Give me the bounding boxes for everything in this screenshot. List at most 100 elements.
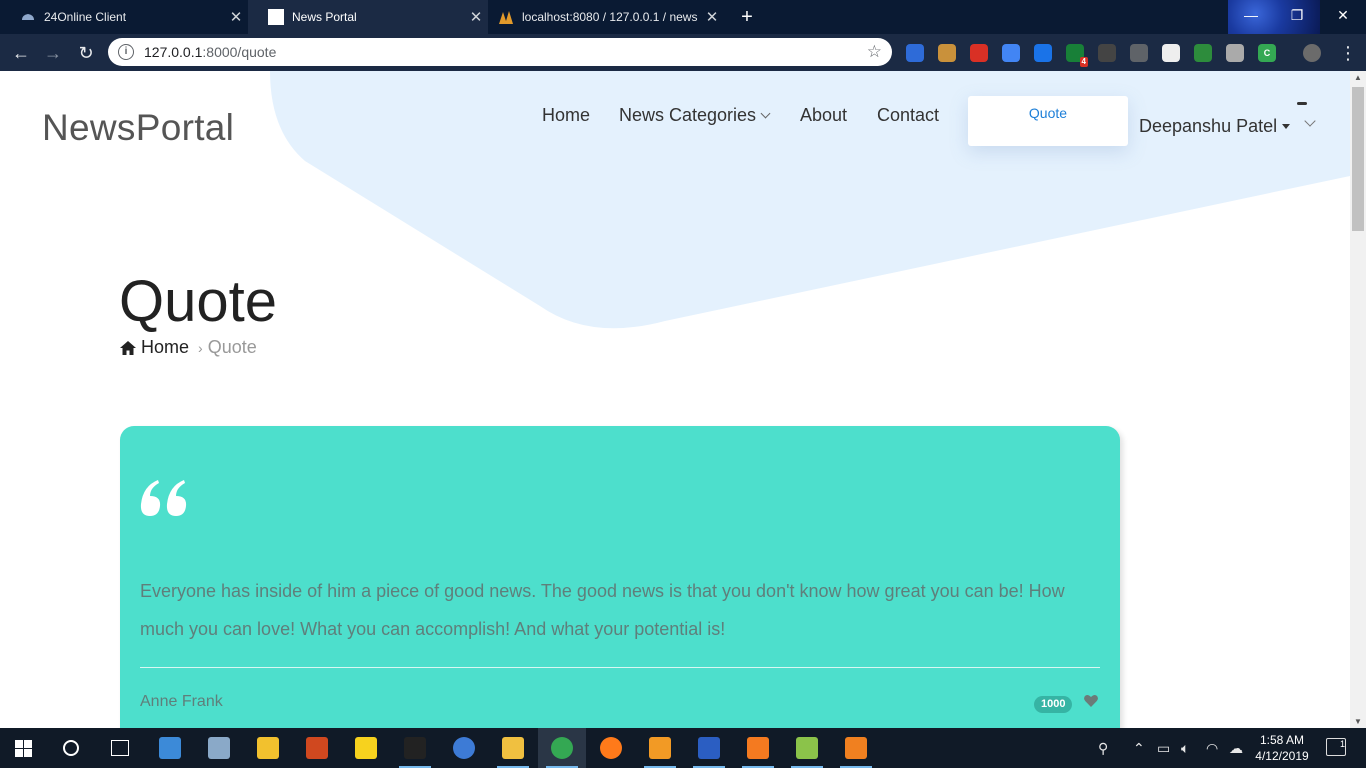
taskbar-app-firefox[interactable] [587,728,635,768]
pen-icon[interactable] [1130,44,1148,62]
terminal-icon [404,737,426,759]
menu-icon[interactable]: ⋮ [1335,40,1361,66]
volume-icon[interactable]: 🔈︎ [1181,740,1189,757]
minimize-button[interactable]: — [1228,0,1274,30]
close-icon[interactable]: ✕ [700,8,724,26]
tab-title: News Portal [292,10,357,24]
tab-news-portal[interactable]: News Portal ✕ [248,0,488,34]
new-tab-button[interactable]: + [735,5,759,29]
nav-contact[interactable]: Contact [877,105,939,126]
circle-icon[interactable] [1162,44,1180,62]
ip-icon[interactable] [1034,44,1052,62]
close-icon[interactable]: ✕ [464,8,488,26]
sublime-icon [649,737,671,759]
wifi-icon[interactable]: ◠ [1206,740,1218,757]
taskbar-app-store[interactable] [244,728,292,768]
nav-about[interactable]: About [800,105,847,126]
taskbar-app-file-explorer[interactable] [489,728,537,768]
nav-home[interactable]: Home [542,105,590,126]
search-icon[interactable] [63,740,79,756]
taskbar-app-chrome[interactable] [538,728,586,768]
video-icon[interactable] [1098,44,1116,62]
site-brand[interactable]: NewsPortal [42,107,234,149]
breadcrumb-current: Quote [207,337,257,357]
firefox-icon [600,737,622,759]
clock-time: 1:58 AM [1259,733,1305,747]
forward-icon[interactable]: → [40,40,66,66]
scroll-up-arrow-icon[interactable]: ▲ [1354,73,1362,82]
earth-icon[interactable] [1194,44,1212,62]
tab-phpmyadmin[interactable]: localhost:8080 / 127.0.0.1 / news ✕ [488,0,724,34]
nav-quote-button[interactable]: Quote [968,96,1128,146]
tab-24online[interactable]: 24Online Client ✕ [0,0,248,34]
taskbar-app-vlc[interactable] [832,728,880,768]
scroll-down-arrow-icon[interactable]: ▼ [1354,717,1362,726]
page-icon [268,9,284,25]
quote-mark-icon [140,480,187,516]
taskbar-app-control-panel[interactable] [195,728,243,768]
address-bar[interactable]: i 127.0.0.1:8000/quote ☆ [108,38,892,66]
nav-news-categories[interactable]: News Categories [619,105,771,126]
bookmark-star-icon[interactable]: ☆ [867,42,882,62]
file-explorer-icon [502,737,524,759]
windows-start-icon[interactable] [15,740,32,757]
cloud-icon [22,14,34,20]
sticky-notes-icon [355,737,377,759]
heart-icon[interactable] [1084,694,1098,707]
taskbar-app-notepadpp[interactable] [783,728,831,768]
tab-title: 24Online Client [44,10,127,24]
system-clock[interactable]: 1:58 AM 4/12/2019 [1250,732,1314,764]
ip-badge-icon[interactable]: 4 [1066,44,1088,67]
nav-news-categories-label: News Categories [619,105,757,125]
chevron-up-icon[interactable]: ⌃ [1133,740,1145,757]
page-viewport: NewsPortal Home News Categories About Co… [0,71,1350,728]
notification-center-icon[interactable]: 1 [1326,738,1346,756]
chevron-down-icon [760,108,771,119]
store-icon [257,737,279,759]
taskbar-app-qbittorrent[interactable] [440,728,488,768]
taskbar-app-terminal[interactable] [391,728,439,768]
info-icon[interactable]: i [118,44,134,60]
reload-icon[interactable]: ↻ [73,40,99,66]
cookie-icon[interactable] [938,44,956,62]
drive-icon[interactable] [1226,44,1244,62]
scroll-thumb[interactable] [1352,87,1364,231]
quote-card: Everyone has inside of him a piece of go… [120,426,1120,728]
cors-icon[interactable]: C [1258,44,1276,62]
taskbar-app-sticky-notes[interactable] [342,728,390,768]
taskbar-app-devcpp[interactable] [685,728,733,768]
page-scrollbar[interactable]: ▲ ▼ [1350,71,1366,728]
vlc-icon [845,737,867,759]
taskbar-app-task-manager[interactable] [146,728,194,768]
chrome-icon [551,737,573,759]
translate-icon[interactable] [1002,44,1020,62]
phpmyadmin-icon [499,11,513,24]
close-window-button[interactable]: ✕ [1320,0,1366,30]
breadcrumb-home[interactable]: Home [141,337,189,358]
notepadpp-icon [796,737,818,759]
clock-date: 4/12/2019 [1255,749,1309,763]
windows-taskbar: ⚲ ⌃ ▭ 🔈︎ ◠ ☁︎ 1:58 AM 4/12/2019 1 [0,728,1366,768]
taskbar-app-postman[interactable] [293,728,341,768]
back-icon[interactable]: ← [8,40,34,66]
user-name: Deepanshu Patel [1139,116,1278,136]
people-icon[interactable]: ⚲ [1098,740,1108,757]
taskbar-app-sublime[interactable] [636,728,684,768]
taskbar-app-xampp[interactable] [734,728,782,768]
user-menu[interactable]: Deepanshu Patel [1139,116,1291,137]
extension-badge: 4 [1079,57,1088,67]
task-view-icon[interactable] [111,740,129,756]
quote-text: Everyone has inside of him a piece of go… [140,581,1065,639]
battery-icon[interactable]: ▭ [1157,740,1170,757]
control-panel-icon [208,737,230,759]
url-host: 127.0.0.1 [144,44,203,60]
xampp-icon [747,737,769,759]
toggle-icon[interactable] [906,44,924,62]
profile-avatar[interactable] [1303,44,1321,62]
home-icon [120,340,136,355]
shield-icon[interactable] [970,44,988,62]
restore-button[interactable]: ❐ [1274,0,1320,30]
onedrive-icon[interactable]: ☁︎ [1229,740,1243,757]
close-icon[interactable]: ✕ [224,8,248,26]
caret-down-icon [1282,124,1291,129]
